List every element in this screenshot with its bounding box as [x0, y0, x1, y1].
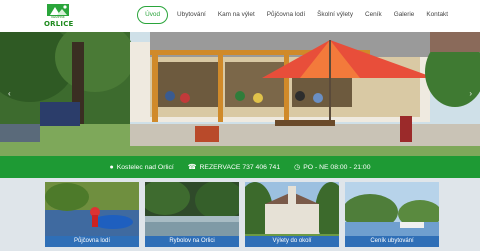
info-bar: ● Kostelec nad Orlicí ☎ REZERVACE 737 40… [0, 156, 480, 178]
hours-text: PO - NE 08:00 - 21:00 [303, 163, 371, 171]
gallery-label: Půjčovna lodí [45, 236, 139, 247]
gallery-tile-vylety[interactable]: Výlety do okolí [245, 182, 339, 247]
gallery-tile-rybolov[interactable]: Rybolov na Orlici [145, 182, 239, 247]
nav-item-kam-na-vylet[interactable]: Kam na výlet [212, 6, 261, 24]
hours-info: ◷ PO - NE 08:00 - 21:00 [294, 163, 371, 172]
nav-item-ubytovani[interactable]: Ubytování [171, 6, 212, 24]
reservation-text[interactable]: REZERVACE 737 406 741 [200, 164, 281, 171]
nav-item-skolni-vylety[interactable]: Školní výlety [311, 6, 359, 24]
hero-image [0, 32, 480, 156]
nav-item-kontakt[interactable]: Kontakt [420, 6, 454, 24]
site-logo[interactable]: KEMPINK ORLICE [44, 3, 74, 29]
main-nav: Úvod Ubytování Kam na výlet Půjčovna lod… [137, 6, 454, 24]
map-marker-icon: ● [109, 163, 114, 171]
slider-prev-arrow[interactable]: ‹ [8, 89, 11, 98]
gallery-label: Rybolov na Orlici [145, 236, 239, 247]
gallery-tile-cenik[interactable]: Ceník ubytování [345, 182, 439, 247]
logo-text: ORLICE [44, 20, 74, 28]
nav-item-galerie[interactable]: Galerie [388, 6, 421, 24]
gallery-label: Výlety do okolí [245, 236, 339, 247]
site-header: KEMPINK ORLICE Úvod Ubytování Kam na výl… [0, 0, 480, 32]
gallery-section: Půjčovna lodí Rybolov na Orlici Výlety d… [0, 178, 480, 251]
logo-subtitle: KEMPINK [51, 15, 65, 19]
reservation-info[interactable]: ☎ REZERVACE 737 406 741 [187, 163, 281, 172]
slider-next-arrow[interactable]: › [469, 89, 472, 98]
location-info: ● Kostelec nad Orlicí [110, 164, 174, 171]
nav-item-cenik[interactable]: Ceník [359, 6, 388, 24]
clock-icon: ◷ [294, 164, 301, 171]
nav-item-uvod[interactable]: Úvod [137, 6, 169, 24]
gallery-label: Ceník ubytování [345, 236, 439, 247]
hero-slider: ‹ › [0, 32, 480, 156]
gallery-tile-pujcovna[interactable]: Půjčovna lodí [45, 182, 139, 247]
location-text: Kostelec nad Orlicí [116, 163, 174, 171]
nav-item-pujcovna-lodi[interactable]: Půjčovna lodí [261, 6, 311, 24]
phone-icon: ☎ [187, 164, 197, 171]
